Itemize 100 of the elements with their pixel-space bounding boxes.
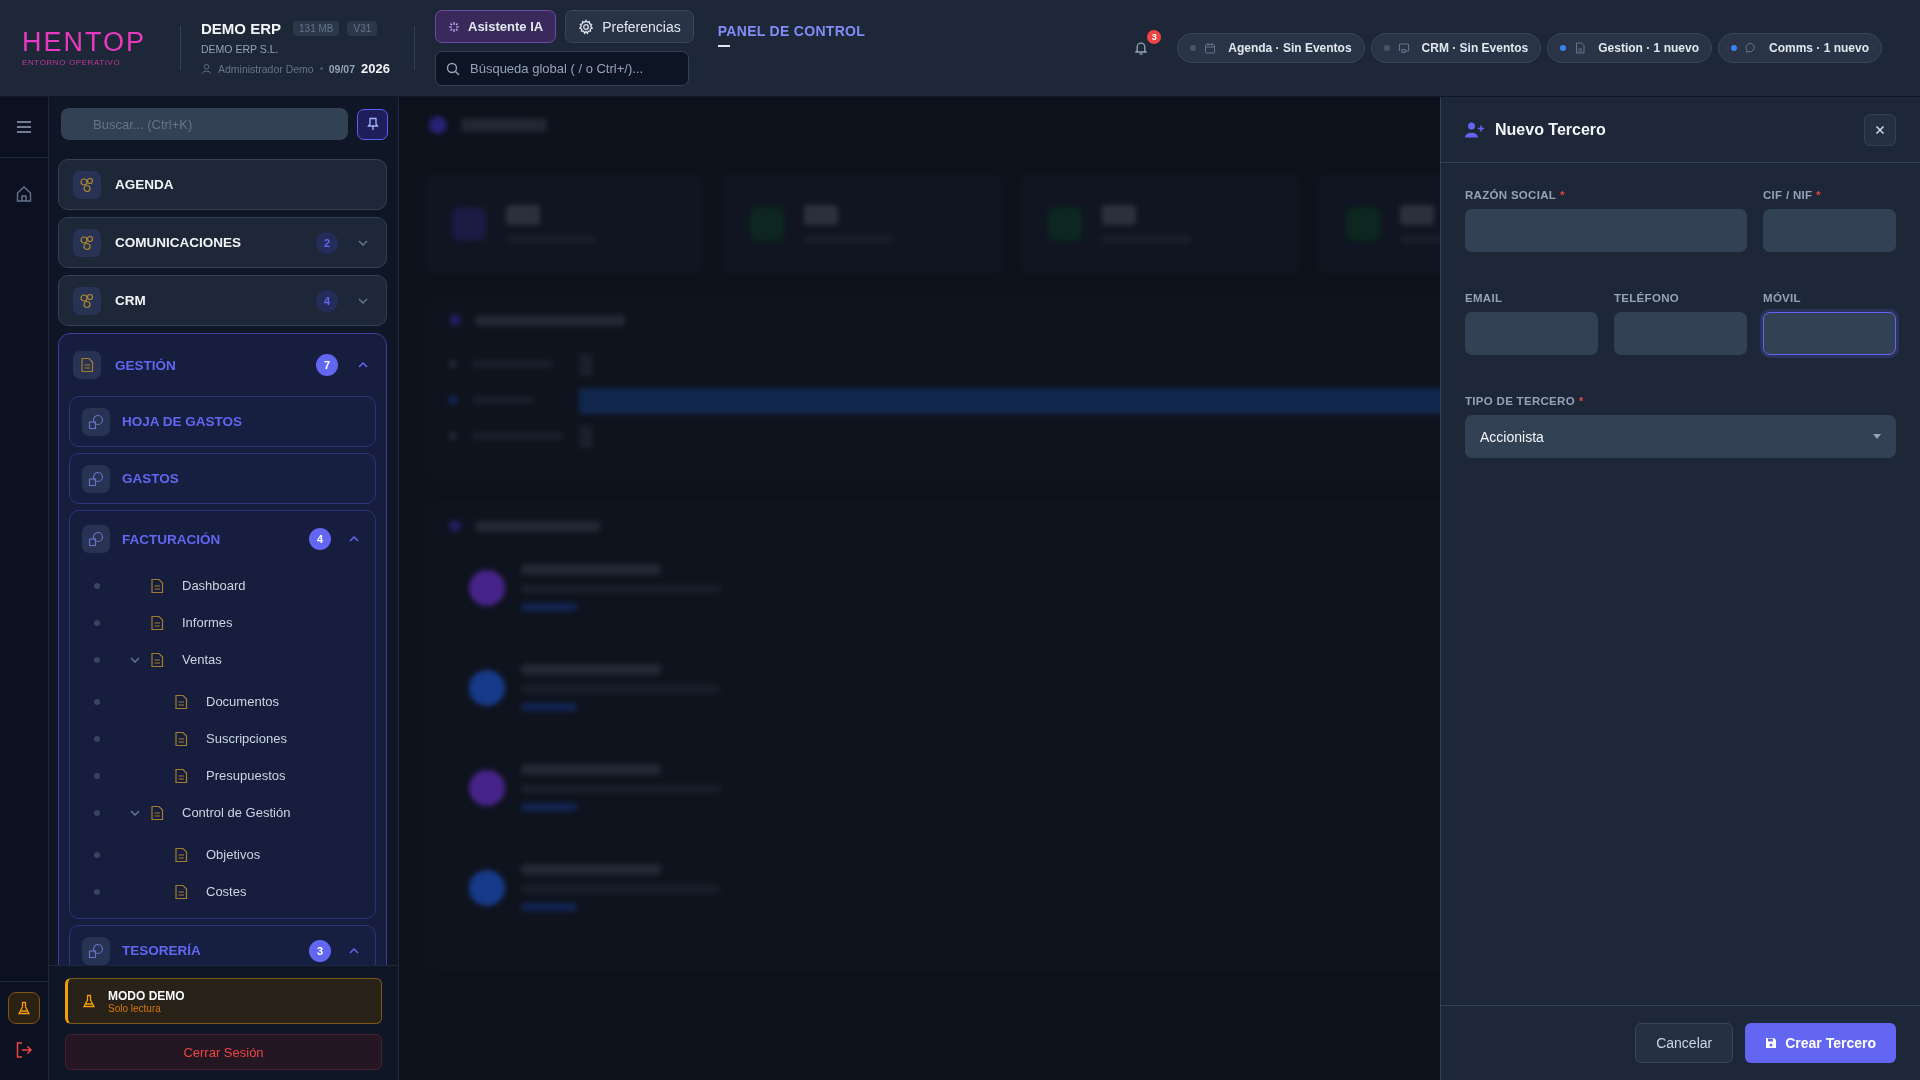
user-icon bbox=[201, 63, 212, 74]
pin-button[interactable] bbox=[357, 108, 388, 140]
assistant-button[interactable]: Asistente IA bbox=[435, 10, 557, 43]
nav-link[interactable]: Control de Gestión bbox=[70, 794, 375, 831]
chevron-up-icon bbox=[349, 536, 359, 542]
count-badge: 3 bbox=[309, 939, 331, 962]
chevron-down-icon bbox=[358, 239, 368, 246]
chevron-down-icon bbox=[130, 809, 140, 816]
type-select[interactable]: Accionista bbox=[1465, 415, 1896, 458]
company-name: DEMO ERP bbox=[201, 20, 281, 37]
field-label: CIF / NIF bbox=[1763, 189, 1813, 201]
chevron-down-icon bbox=[358, 297, 368, 304]
legal-name: DEMO ERP S.L. bbox=[201, 43, 280, 55]
document-icon bbox=[174, 767, 188, 784]
status-chip[interactable]: CRM · Sin Eventos bbox=[1370, 33, 1542, 63]
nav-item[interactable]: TESORERÍA 3 bbox=[69, 925, 376, 965]
nav-link[interactable]: Objetivos bbox=[70, 836, 375, 873]
text-field[interactable] bbox=[1763, 312, 1896, 355]
text-field[interactable] bbox=[1465, 209, 1747, 252]
nav-item[interactable]: COMUNICACIONES 2 bbox=[58, 217, 387, 268]
count-badge: 7 bbox=[316, 354, 338, 376]
nav-link[interactable]: Costes bbox=[70, 873, 375, 910]
field-label: MÓVIL bbox=[1763, 292, 1801, 304]
required-mark: * bbox=[1578, 395, 1584, 407]
calendar-icon bbox=[1204, 42, 1217, 54]
status-chip[interactable]: Gestion · 1 nuevo bbox=[1547, 33, 1712, 63]
text-field[interactable] bbox=[1465, 312, 1598, 355]
document-icon bbox=[174, 730, 188, 747]
version-tag: V31 bbox=[347, 21, 378, 36]
network-icon bbox=[79, 234, 95, 251]
search-icon bbox=[446, 62, 460, 76]
field-label: TIPO DE TERCERO bbox=[1465, 395, 1575, 407]
flask-icon bbox=[17, 1001, 31, 1015]
user-name: Administrador Demo bbox=[218, 62, 314, 75]
year: 2026 bbox=[361, 61, 390, 76]
bullet-icon bbox=[94, 698, 100, 705]
document-icon bbox=[150, 804, 164, 821]
demo-mode-button[interactable] bbox=[8, 992, 40, 1024]
flask-icon bbox=[82, 994, 96, 1008]
nav-link[interactable]: Ventas bbox=[70, 641, 375, 678]
network-icon bbox=[79, 176, 95, 193]
logout-icon bbox=[15, 1041, 33, 1059]
pin-icon bbox=[365, 117, 380, 131]
close-icon bbox=[1875, 124, 1885, 135]
chat-icon bbox=[1744, 42, 1757, 54]
logout-button[interactable]: Cerrar Sesión bbox=[65, 1034, 382, 1070]
document-icon bbox=[150, 577, 164, 594]
text-field[interactable] bbox=[1763, 209, 1896, 252]
nav-item[interactable]: HOJA DE GASTOS bbox=[69, 396, 376, 447]
logo: HENTOP bbox=[22, 29, 147, 56]
network-icon bbox=[79, 292, 95, 309]
nav-link[interactable]: Dashboard bbox=[70, 567, 375, 604]
status-chip[interactable]: Agenda · Sin Eventos bbox=[1177, 33, 1365, 63]
document-icon bbox=[174, 883, 188, 900]
cancel-button[interactable]: Cancelar bbox=[1635, 1023, 1734, 1063]
bullet-icon bbox=[94, 735, 100, 742]
close-button[interactable] bbox=[1864, 113, 1896, 146]
nav-link[interactable]: Informes bbox=[70, 604, 375, 641]
status-chip[interactable]: Comms · 1 nuevo bbox=[1717, 33, 1882, 63]
field-label: EMAIL bbox=[1465, 292, 1503, 304]
menu-icon bbox=[16, 120, 32, 134]
bullet-icon bbox=[94, 619, 100, 626]
bullet-icon bbox=[94, 851, 100, 858]
text-field[interactable] bbox=[1614, 312, 1747, 355]
chevron-down-icon bbox=[130, 656, 140, 663]
logo-tagline: ENTORNO OPERATIVO bbox=[22, 58, 121, 67]
global-search-field[interactable]: Búsqueda global ( / o Ctrl+/)... bbox=[435, 51, 689, 86]
save-icon bbox=[1765, 1037, 1778, 1049]
nav-item[interactable]: AGENDA bbox=[58, 159, 387, 210]
field-label: TELÉFONO bbox=[1614, 292, 1679, 304]
memory-tag: 131 MB bbox=[293, 21, 340, 36]
panel-title: Nuevo Tercero bbox=[1495, 120, 1607, 139]
demo-mode-title: MODO DEMO bbox=[108, 988, 185, 1003]
required-mark: * bbox=[1816, 189, 1821, 201]
page-title: PANEL DE CONTROL bbox=[717, 23, 866, 39]
add-user-icon bbox=[1465, 121, 1485, 138]
nav-item[interactable]: FACTURACIÓN 4 bbox=[70, 511, 375, 567]
nav-link[interactable]: Presupuestos bbox=[70, 757, 375, 794]
document-icon bbox=[150, 614, 164, 631]
nav-item[interactable]: GESTIÓN 7 bbox=[59, 334, 386, 396]
nav-link[interactable]: Documentos bbox=[70, 683, 375, 720]
chevron-up-icon bbox=[349, 947, 359, 954]
document-icon bbox=[174, 846, 188, 863]
preferences-button[interactable]: Preferencias bbox=[565, 10, 694, 43]
bullet-icon bbox=[94, 772, 100, 779]
bullet-icon bbox=[94, 809, 100, 816]
nav-item[interactable]: GASTOS bbox=[69, 453, 376, 504]
document-icon bbox=[80, 357, 94, 373]
home-icon bbox=[15, 185, 33, 203]
nav-item[interactable]: CRM 4 bbox=[58, 275, 387, 326]
monitor-icon bbox=[1397, 42, 1410, 54]
count-badge: 2 bbox=[316, 231, 338, 254]
create-button[interactable]: Crear Tercero bbox=[1745, 1023, 1896, 1063]
required-mark: * bbox=[1560, 189, 1565, 201]
document-icon bbox=[1574, 42, 1587, 54]
bullet-icon bbox=[94, 656, 100, 663]
nav-link[interactable]: Suscripciones bbox=[70, 720, 375, 757]
bell-icon bbox=[1133, 40, 1150, 56]
count-badge: 4 bbox=[309, 528, 331, 550]
dropdown-caret-icon bbox=[1873, 434, 1881, 439]
